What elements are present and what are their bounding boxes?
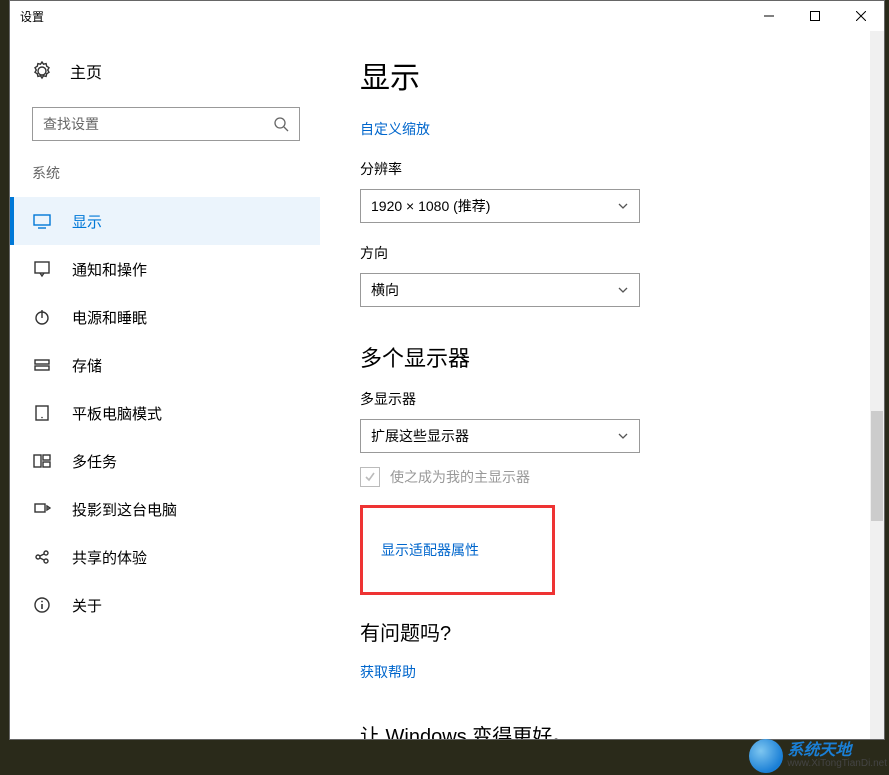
main-panel: 显示 自定义缩放 分辨率 1920 × 1080 (推荐) 方向 横向 多个显示… <box>320 31 884 739</box>
sidebar-item-share[interactable]: 共享的体验 <box>10 533 320 581</box>
feedback-header: 让 Windows 变得更好。 <box>360 720 864 739</box>
sidebar: 主页 查找设置 系统 显示 通知和操作 电源和睡眠 存储 <box>10 31 320 739</box>
power-icon <box>32 307 52 327</box>
resolution-label: 分辨率 <box>360 159 864 179</box>
home-label: 主页 <box>70 59 102 83</box>
multi-monitor-value: 扩展这些显示器 <box>371 426 469 446</box>
highlight-box: 显示适配器属性 <box>360 505 555 595</box>
search-placeholder: 查找设置 <box>43 114 273 134</box>
chevron-down-icon <box>617 430 629 442</box>
sidebar-item-label: 存储 <box>72 355 102 376</box>
sidebar-item-multitask[interactable]: 多任务 <box>10 437 320 485</box>
sidebar-item-label: 显示 <box>72 211 102 232</box>
settings-window: 设置 主页 查找设置 系统 显示 <box>9 0 885 740</box>
watermark-url: www.XiTongTianDi.net <box>787 759 887 769</box>
close-button[interactable] <box>838 1 884 31</box>
resolution-value: 1920 × 1080 (推荐) <box>371 196 490 216</box>
window-title: 设置 <box>20 8 44 25</box>
help-header: 有问题吗? <box>360 617 864 646</box>
sidebar-item-label: 电源和睡眠 <box>72 307 147 328</box>
custom-scale-link[interactable]: 自定义缩放 <box>360 119 864 139</box>
page-title: 显示 <box>360 53 864 97</box>
sidebar-item-display[interactable]: 显示 <box>10 197 320 245</box>
get-help-link[interactable]: 获取帮助 <box>360 662 864 682</box>
maximize-button[interactable] <box>792 1 838 31</box>
notify-icon <box>32 259 52 279</box>
checkbox-icon <box>360 467 380 487</box>
content-area: 主页 查找设置 系统 显示 通知和操作 电源和睡眠 存储 <box>10 31 884 739</box>
watermark-title: 系统天地 <box>787 743 887 759</box>
storage-icon <box>32 355 52 375</box>
orientation-label: 方向 <box>360 243 864 263</box>
multitask-icon <box>32 451 52 471</box>
sidebar-item-label: 共享的体验 <box>72 547 147 568</box>
sidebar-item-tablet[interactable]: 平板电脑模式 <box>10 389 320 437</box>
multi-monitor-header: 多个显示器 <box>360 341 864 373</box>
multi-monitor-label: 多显示器 <box>360 389 864 409</box>
adapter-properties-link[interactable]: 显示适配器属性 <box>381 540 479 560</box>
gear-icon <box>32 61 52 81</box>
chevron-down-icon <box>617 200 629 212</box>
watermark: 系统天地 www.XiTongTianDi.net <box>749 739 887 773</box>
share-icon <box>32 547 52 567</box>
project-icon <box>32 499 52 519</box>
display-icon <box>32 211 52 231</box>
sidebar-item-label: 通知和操作 <box>72 259 147 280</box>
sidebar-item-power[interactable]: 电源和睡眠 <box>10 293 320 341</box>
minimize-icon <box>764 11 774 21</box>
tablet-icon <box>32 403 52 423</box>
chevron-down-icon <box>617 284 629 296</box>
sidebar-item-label: 关于 <box>72 595 102 616</box>
primary-display-checkbox: 使之成为我的主显示器 <box>360 467 864 487</box>
resolution-dropdown[interactable]: 1920 × 1080 (推荐) <box>360 189 640 223</box>
sidebar-item-storage[interactable]: 存储 <box>10 341 320 389</box>
maximize-icon <box>810 11 820 21</box>
globe-icon <box>749 739 783 773</box>
sidebar-item-label: 投影到这台电脑 <box>72 499 177 520</box>
scrollbar[interactable] <box>870 31 884 739</box>
sidebar-item-project[interactable]: 投影到这台电脑 <box>10 485 320 533</box>
sidebar-item-label: 平板电脑模式 <box>72 403 162 424</box>
minimize-button[interactable] <box>746 1 792 31</box>
sidebar-item-about[interactable]: 关于 <box>10 581 320 629</box>
scrollbar-thumb[interactable] <box>871 411 883 521</box>
close-icon <box>856 11 866 21</box>
home-button[interactable]: 主页 <box>10 51 320 91</box>
sidebar-item-label: 多任务 <box>72 451 117 472</box>
multi-monitor-dropdown[interactable]: 扩展这些显示器 <box>360 419 640 453</box>
primary-display-label: 使之成为我的主显示器 <box>390 467 530 487</box>
search-input[interactable]: 查找设置 <box>32 107 300 141</box>
sidebar-item-notifications[interactable]: 通知和操作 <box>10 245 320 293</box>
category-label: 系统 <box>10 163 320 197</box>
orientation-dropdown[interactable]: 横向 <box>360 273 640 307</box>
search-icon <box>273 116 289 132</box>
titlebar: 设置 <box>10 1 884 31</box>
orientation-value: 横向 <box>371 280 399 300</box>
about-icon <box>32 595 52 615</box>
